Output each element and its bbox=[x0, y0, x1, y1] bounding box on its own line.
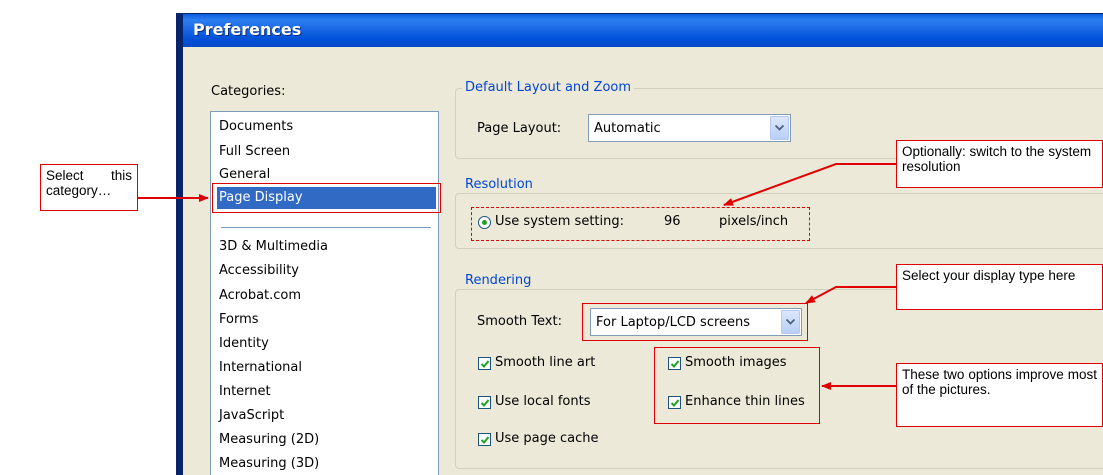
arrow-to-smooth-text bbox=[805, 286, 896, 304]
annotation-arrows bbox=[138, 163, 896, 390]
arrow-to-resolution bbox=[723, 163, 896, 206]
